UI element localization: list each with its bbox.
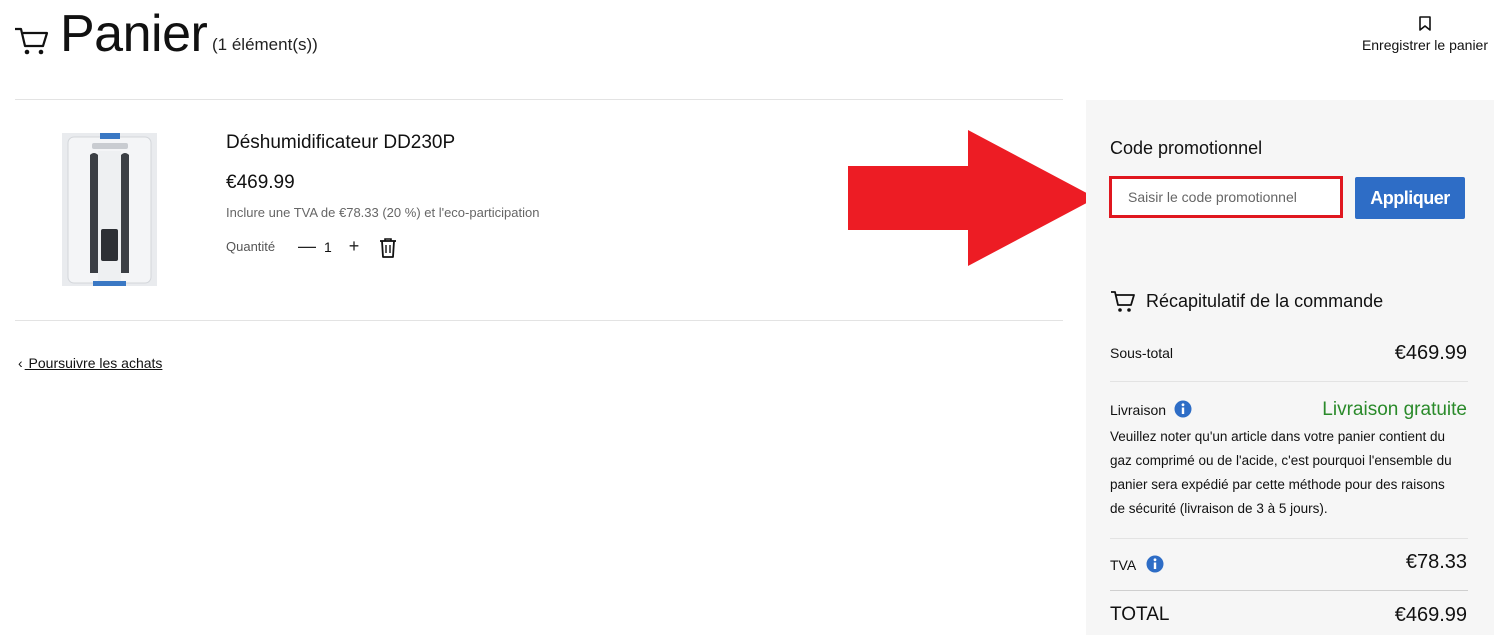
trash-icon[interactable] [378, 237, 398, 259]
product-name[interactable]: Déshumidificateur DD230P [226, 132, 455, 154]
subtotal-value: €469.99 [1394, 342, 1467, 364]
total-value: €469.99 [1394, 604, 1467, 626]
shipping-value: Livraison gratuite [1322, 399, 1467, 420]
apply-promo-button[interactable]: Appliquer [1355, 177, 1465, 219]
quantity-label: Quantité [226, 239, 276, 254]
promo-code-input[interactable] [1109, 176, 1343, 218]
divider [15, 320, 1063, 321]
divider [1110, 538, 1468, 539]
product-image[interactable] [62, 133, 157, 286]
shipping-label: Livraison [1110, 402, 1167, 418]
save-cart-button[interactable]: Enregistrer le panier [1362, 16, 1488, 55]
divider [1110, 590, 1468, 591]
shipping-note: Veuillez noter qu'un article dans votre … [1110, 429, 1452, 516]
divider [15, 99, 1063, 100]
quantity-increase-button[interactable]: + [344, 236, 364, 256]
item-count: (1 élément(s)) [212, 35, 318, 54]
promo-code-title: Code promotionnel [1110, 138, 1263, 158]
subtotal-label: Sous-total [1110, 345, 1174, 361]
arrow-right-icon [848, 130, 1096, 266]
cart-icon [15, 27, 49, 55]
bookmark-icon [1419, 16, 1431, 31]
quantity-value: 1 [324, 239, 332, 255]
product-price: €469.99 [226, 172, 295, 193]
page-title: Panier [60, 5, 208, 63]
info-icon[interactable] [1174, 400, 1192, 418]
save-cart-label: Enregistrer le panier [1361, 37, 1488, 53]
cart-icon [1111, 291, 1135, 312]
tva-label: TVA [1110, 557, 1137, 573]
tva-value: €78.33 [1405, 551, 1467, 573]
continue-shopping-link[interactable]: ‹ Poursuivre les achats [18, 355, 162, 371]
quantity-decrease-button[interactable]: — [297, 236, 317, 256]
divider [1110, 381, 1468, 382]
chevron-left-icon: ‹ [18, 355, 23, 371]
total-label: TOTAL [1110, 604, 1170, 625]
info-icon[interactable] [1146, 555, 1164, 573]
continue-shopping-label: Poursuivre les achats [24, 355, 163, 371]
summary-title: Récapitulatif de la commande [1146, 291, 1384, 311]
tax-note: Inclure une TVA de €78.33 (20 %) et l'ec… [226, 205, 540, 220]
